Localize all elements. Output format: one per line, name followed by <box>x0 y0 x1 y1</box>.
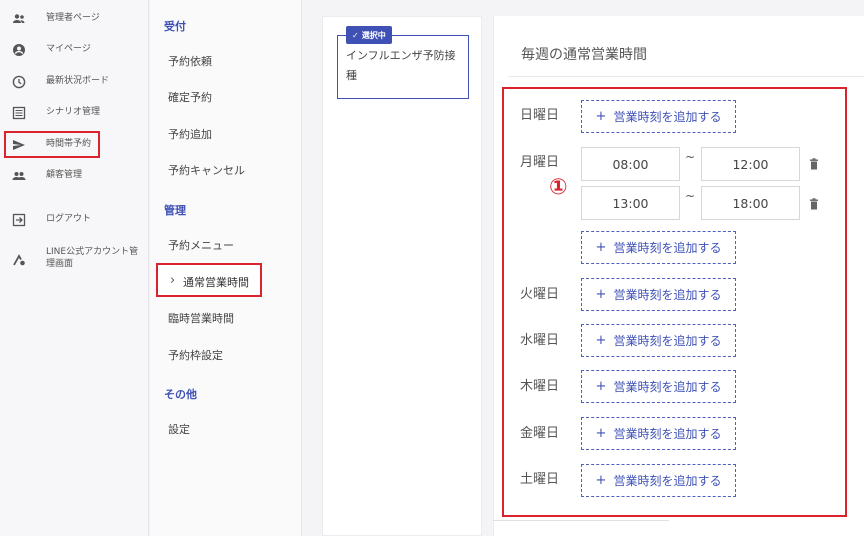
submenu-item-requests[interactable]: 予約依頼 <box>168 53 212 69</box>
plus-icon: + <box>595 287 607 302</box>
check-icon: ✓ <box>352 30 359 40</box>
sidebar-item-label: 管理者ページ <box>46 13 100 23</box>
add-hours-label: 営業時刻を追加する <box>613 288 722 302</box>
add-hours-button-friday[interactable]: + 営業時刻を追加する <box>581 417 736 450</box>
sidebar-item-admin[interactable]: 管理者ページ <box>0 12 149 36</box>
submenu-item-menu[interactable]: 予約メニュー <box>168 237 234 253</box>
line-settings-icon <box>12 253 26 267</box>
page-title: 毎週の通常営業時間 <box>521 47 647 63</box>
day-label-saturday: 土曜日 <box>520 472 560 487</box>
sidebar-item-logout[interactable]: ログアウト <box>0 213 149 237</box>
day-label-wednesday: 水曜日 <box>520 333 560 348</box>
plan-column: ✓ 選択中 インフルエンザ予防接種 <box>322 16 482 536</box>
sidebar-item-label: 最新状況ボード <box>46 76 110 86</box>
day-label-tuesday: 火曜日 <box>520 287 560 302</box>
range-separator: ~ <box>685 189 696 203</box>
submenu-item-settings[interactable]: 設定 <box>168 421 190 437</box>
trash-icon[interactable] <box>809 158 819 170</box>
add-hours-label: 営業時刻を追加する <box>613 380 722 394</box>
submenu-item-label: 通常営業時間 <box>183 276 249 289</box>
submenu-item-regular-hours[interactable]: › 通常営業時間 <box>156 263 262 297</box>
day-label-friday: 金曜日 <box>520 426 560 441</box>
start-time-input[interactable]: 13:00 <box>581 186 680 220</box>
submenu-heading-reception: 受付 <box>164 20 186 33</box>
day-label-sunday: 日曜日 <box>520 108 560 123</box>
plan-card[interactable]: ✓ 選択中 インフルエンザ予防接種 <box>337 26 469 99</box>
selected-badge: ✓ 選択中 <box>346 26 392 44</box>
end-time-input[interactable]: 12:00 <box>701 147 800 181</box>
plus-icon: + <box>595 240 607 255</box>
selected-badge-label: 選択中 <box>361 30 386 40</box>
submenu-item-cancel[interactable]: 予約キャンセル <box>168 162 245 178</box>
submenu-heading-other: その他 <box>164 388 197 401</box>
plus-icon: + <box>595 426 607 441</box>
title-divider <box>508 76 864 77</box>
add-hours-button-saturday[interactable]: + 営業時刻を追加する <box>581 464 736 497</box>
day-label-thursday: 木曜日 <box>520 379 560 394</box>
sidebar-item-status-board[interactable]: 最新状況ボード <box>0 75 149 99</box>
people-icon <box>12 169 26 183</box>
trash-icon[interactable] <box>809 198 819 210</box>
sidebar-item-line-admin[interactable]: LINE公式アカウント管理画面 <box>0 246 149 274</box>
day-label-monday: 月曜日 <box>520 155 560 170</box>
sidebar-item-label: ログアウト <box>46 214 92 224</box>
sidebar-item-label: 顧客管理 <box>46 170 83 180</box>
submenu-heading-management: 管理 <box>164 204 186 217</box>
range-separator: ~ <box>685 150 696 164</box>
account-circle-icon <box>12 43 26 57</box>
submenu-item-slot-settings[interactable]: 予約枠設定 <box>168 347 223 363</box>
people-icon <box>12 12 26 26</box>
sidebar-item-label: LINE公式アカウント管理画面 <box>46 247 139 269</box>
annotation-marker: ① <box>549 175 568 200</box>
add-hours-label: 営業時刻を追加する <box>613 474 722 488</box>
plan-name: インフルエンザ予防接種 <box>346 49 456 82</box>
sidebar-item-mypage[interactable]: マイページ <box>0 43 149 67</box>
submenu: 受付 予約依頼 確定予約 予約追加 予約キャンセル 管理 予約メニュー 臨時営業… <box>150 0 302 536</box>
sidebar-item-label: マイページ <box>46 44 91 54</box>
sidebar-item-label: シナリオ管理 <box>46 107 101 117</box>
plus-icon: + <box>595 379 607 394</box>
submenu-item-temporary-hours[interactable]: 臨時営業時間 <box>168 310 234 326</box>
chevron-right-icon: › <box>170 273 176 288</box>
sidebar-item-scenario[interactable]: シナリオ管理 <box>0 106 149 130</box>
add-hours-label: 営業時刻を追加する <box>613 241 722 255</box>
plus-icon: + <box>595 473 607 488</box>
sidebar: 管理者ページ マイページ 最新状況ボード シナリオ管理 時間帯予約 顧客管理 ロ… <box>0 0 149 536</box>
add-hours-label: 営業時刻を追加する <box>613 110 722 124</box>
sidebar-item-customers[interactable]: 顧客管理 <box>0 169 149 193</box>
plus-icon: + <box>595 333 607 348</box>
add-hours-button-wednesday[interactable]: + 営業時刻を追加する <box>581 324 736 357</box>
add-hours-button-tuesday[interactable]: + 営業時刻を追加する <box>581 278 736 311</box>
clock-icon <box>12 75 26 89</box>
add-hours-button-thursday[interactable]: + 営業時刻を追加する <box>581 370 736 403</box>
submenu-item-confirmed[interactable]: 確定予約 <box>168 89 212 105</box>
add-hours-button-monday[interactable]: + 営業時刻を追加する <box>581 231 736 264</box>
highlight-box-sidebar <box>4 131 100 158</box>
bottom-divider <box>493 520 669 521</box>
add-hours-button-sunday[interactable]: + 営業時刻を追加する <box>581 100 736 133</box>
logout-icon <box>12 213 26 227</box>
list-icon <box>12 106 26 120</box>
start-time-input[interactable]: 08:00 <box>581 147 680 181</box>
add-hours-label: 営業時刻を追加する <box>613 334 722 348</box>
plus-icon: + <box>595 109 607 124</box>
end-time-input[interactable]: 18:00 <box>701 186 800 220</box>
submenu-item-add[interactable]: 予約追加 <box>168 126 212 142</box>
add-hours-label: 営業時刻を追加する <box>613 427 722 441</box>
